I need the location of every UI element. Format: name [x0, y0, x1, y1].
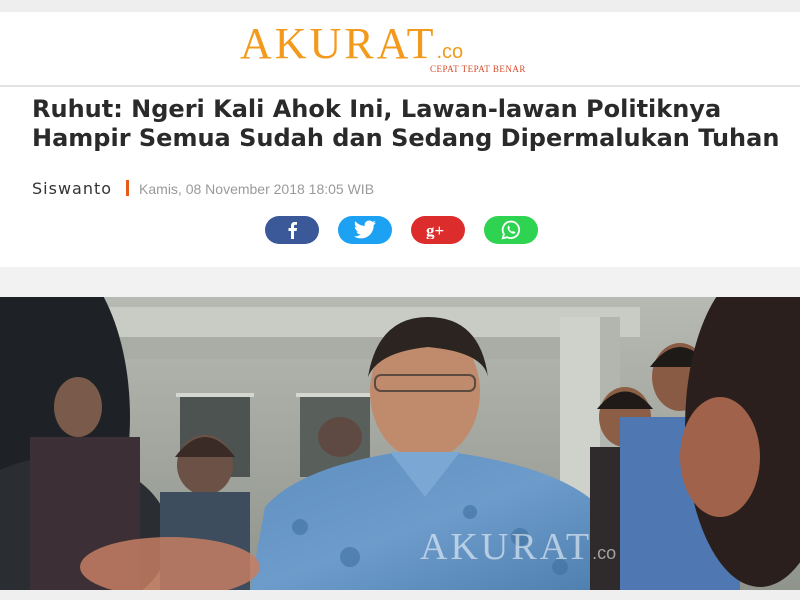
- bottom-strip: [0, 590, 800, 600]
- site-header: AKURAT.co CEPAT TEPAT BENAR: [0, 12, 800, 86]
- watermark-suffix: .co: [592, 543, 617, 563]
- svg-text:g+: g+: [426, 221, 444, 239]
- google-plus-icon: g+: [426, 221, 444, 239]
- facebook-icon: [288, 222, 297, 239]
- site-logo[interactable]: AKURAT.co CEPAT TEPAT BENAR: [240, 22, 570, 80]
- article-title: Ruhut: Ngeri Kali Ahok Ini, Lawan-lawan …: [32, 95, 780, 152]
- photo-watermark: AKURAT.co: [420, 525, 616, 569]
- byline: Siswanto Kamis, 08 November 2018 18:05 WI…: [32, 179, 374, 199]
- section-gap: [0, 267, 800, 297]
- article-photo[interactable]: AKURAT.co: [0, 297, 800, 590]
- share-facebook-button[interactable]: [265, 216, 319, 244]
- article-header: Ruhut: Ngeri Kali Ahok Ini, Lawan-lawan …: [0, 87, 800, 267]
- publish-date: Kamis, 08 November 2018 18:05 WIB: [139, 181, 375, 197]
- watermark-text: AKURAT: [420, 526, 593, 568]
- byline-divider: [126, 180, 130, 196]
- share-whatsapp-button[interactable]: [484, 216, 538, 244]
- share-twitter-button[interactable]: [338, 216, 392, 244]
- top-strip: [0, 0, 800, 12]
- share-google-plus-button[interactable]: g+: [411, 216, 465, 244]
- author-name[interactable]: Siswanto: [32, 179, 112, 198]
- logo-suffix: .co: [436, 41, 464, 63]
- logo-tagline: CEPAT TEPAT BENAR: [430, 64, 526, 74]
- whatsapp-icon: [501, 220, 521, 240]
- logo-text: AKURAT: [240, 19, 437, 68]
- photo-illustration: [0, 297, 800, 590]
- twitter-icon: [354, 220, 376, 239]
